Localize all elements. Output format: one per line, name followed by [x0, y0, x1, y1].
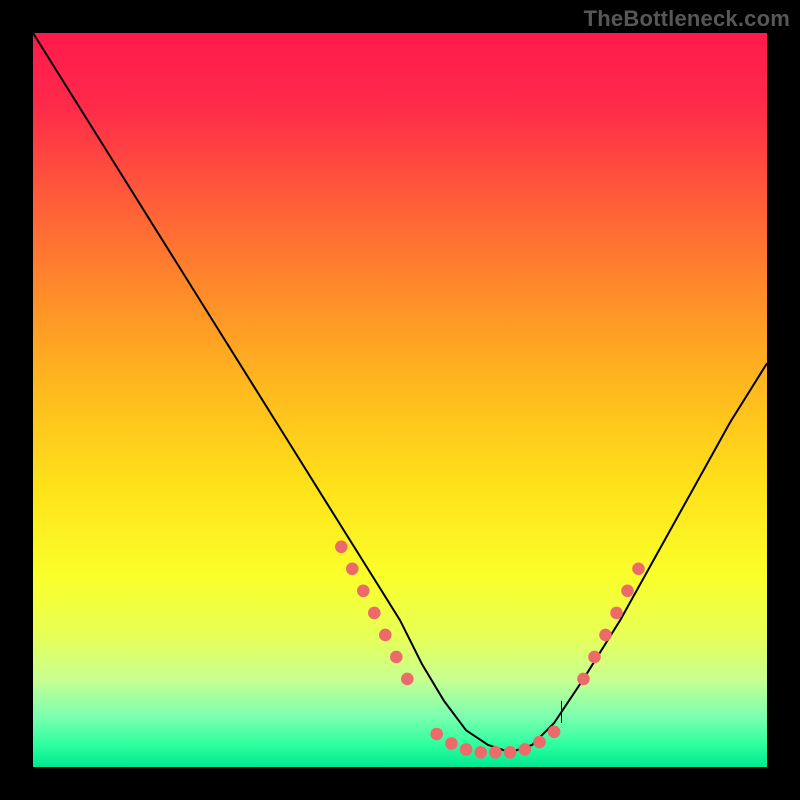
marker-dot: [460, 743, 473, 756]
marker-dot: [599, 629, 612, 642]
marker-dot: [346, 563, 359, 576]
marker-dot: [489, 746, 502, 759]
watermark-text: TheBottleneck.com: [584, 6, 790, 32]
marker-dot: [368, 607, 381, 620]
marker-dot: [621, 585, 634, 598]
marker-dot: [533, 736, 546, 749]
marker-dot: [390, 651, 403, 664]
marker-dot: [632, 563, 645, 576]
marker-dot: [430, 728, 443, 741]
marker-dot: [548, 726, 561, 739]
marker-dot: [504, 746, 517, 759]
chart-stage: TheBottleneck.com: [0, 0, 800, 800]
marker-dot: [474, 746, 487, 759]
plot-area: [33, 33, 767, 767]
marker-dot: [588, 651, 601, 664]
chart-svg: [33, 33, 767, 767]
marker-dot: [379, 629, 392, 642]
marker-dot: [357, 585, 370, 598]
marker-dot: [401, 673, 414, 686]
marker-dot: [610, 607, 623, 620]
bottleneck-curve: [33, 33, 767, 752]
marker-dots: [335, 541, 645, 759]
marker-dot: [445, 737, 458, 750]
marker-dot: [519, 743, 532, 756]
marker-dot: [335, 541, 348, 554]
marker-dot: [577, 673, 590, 686]
